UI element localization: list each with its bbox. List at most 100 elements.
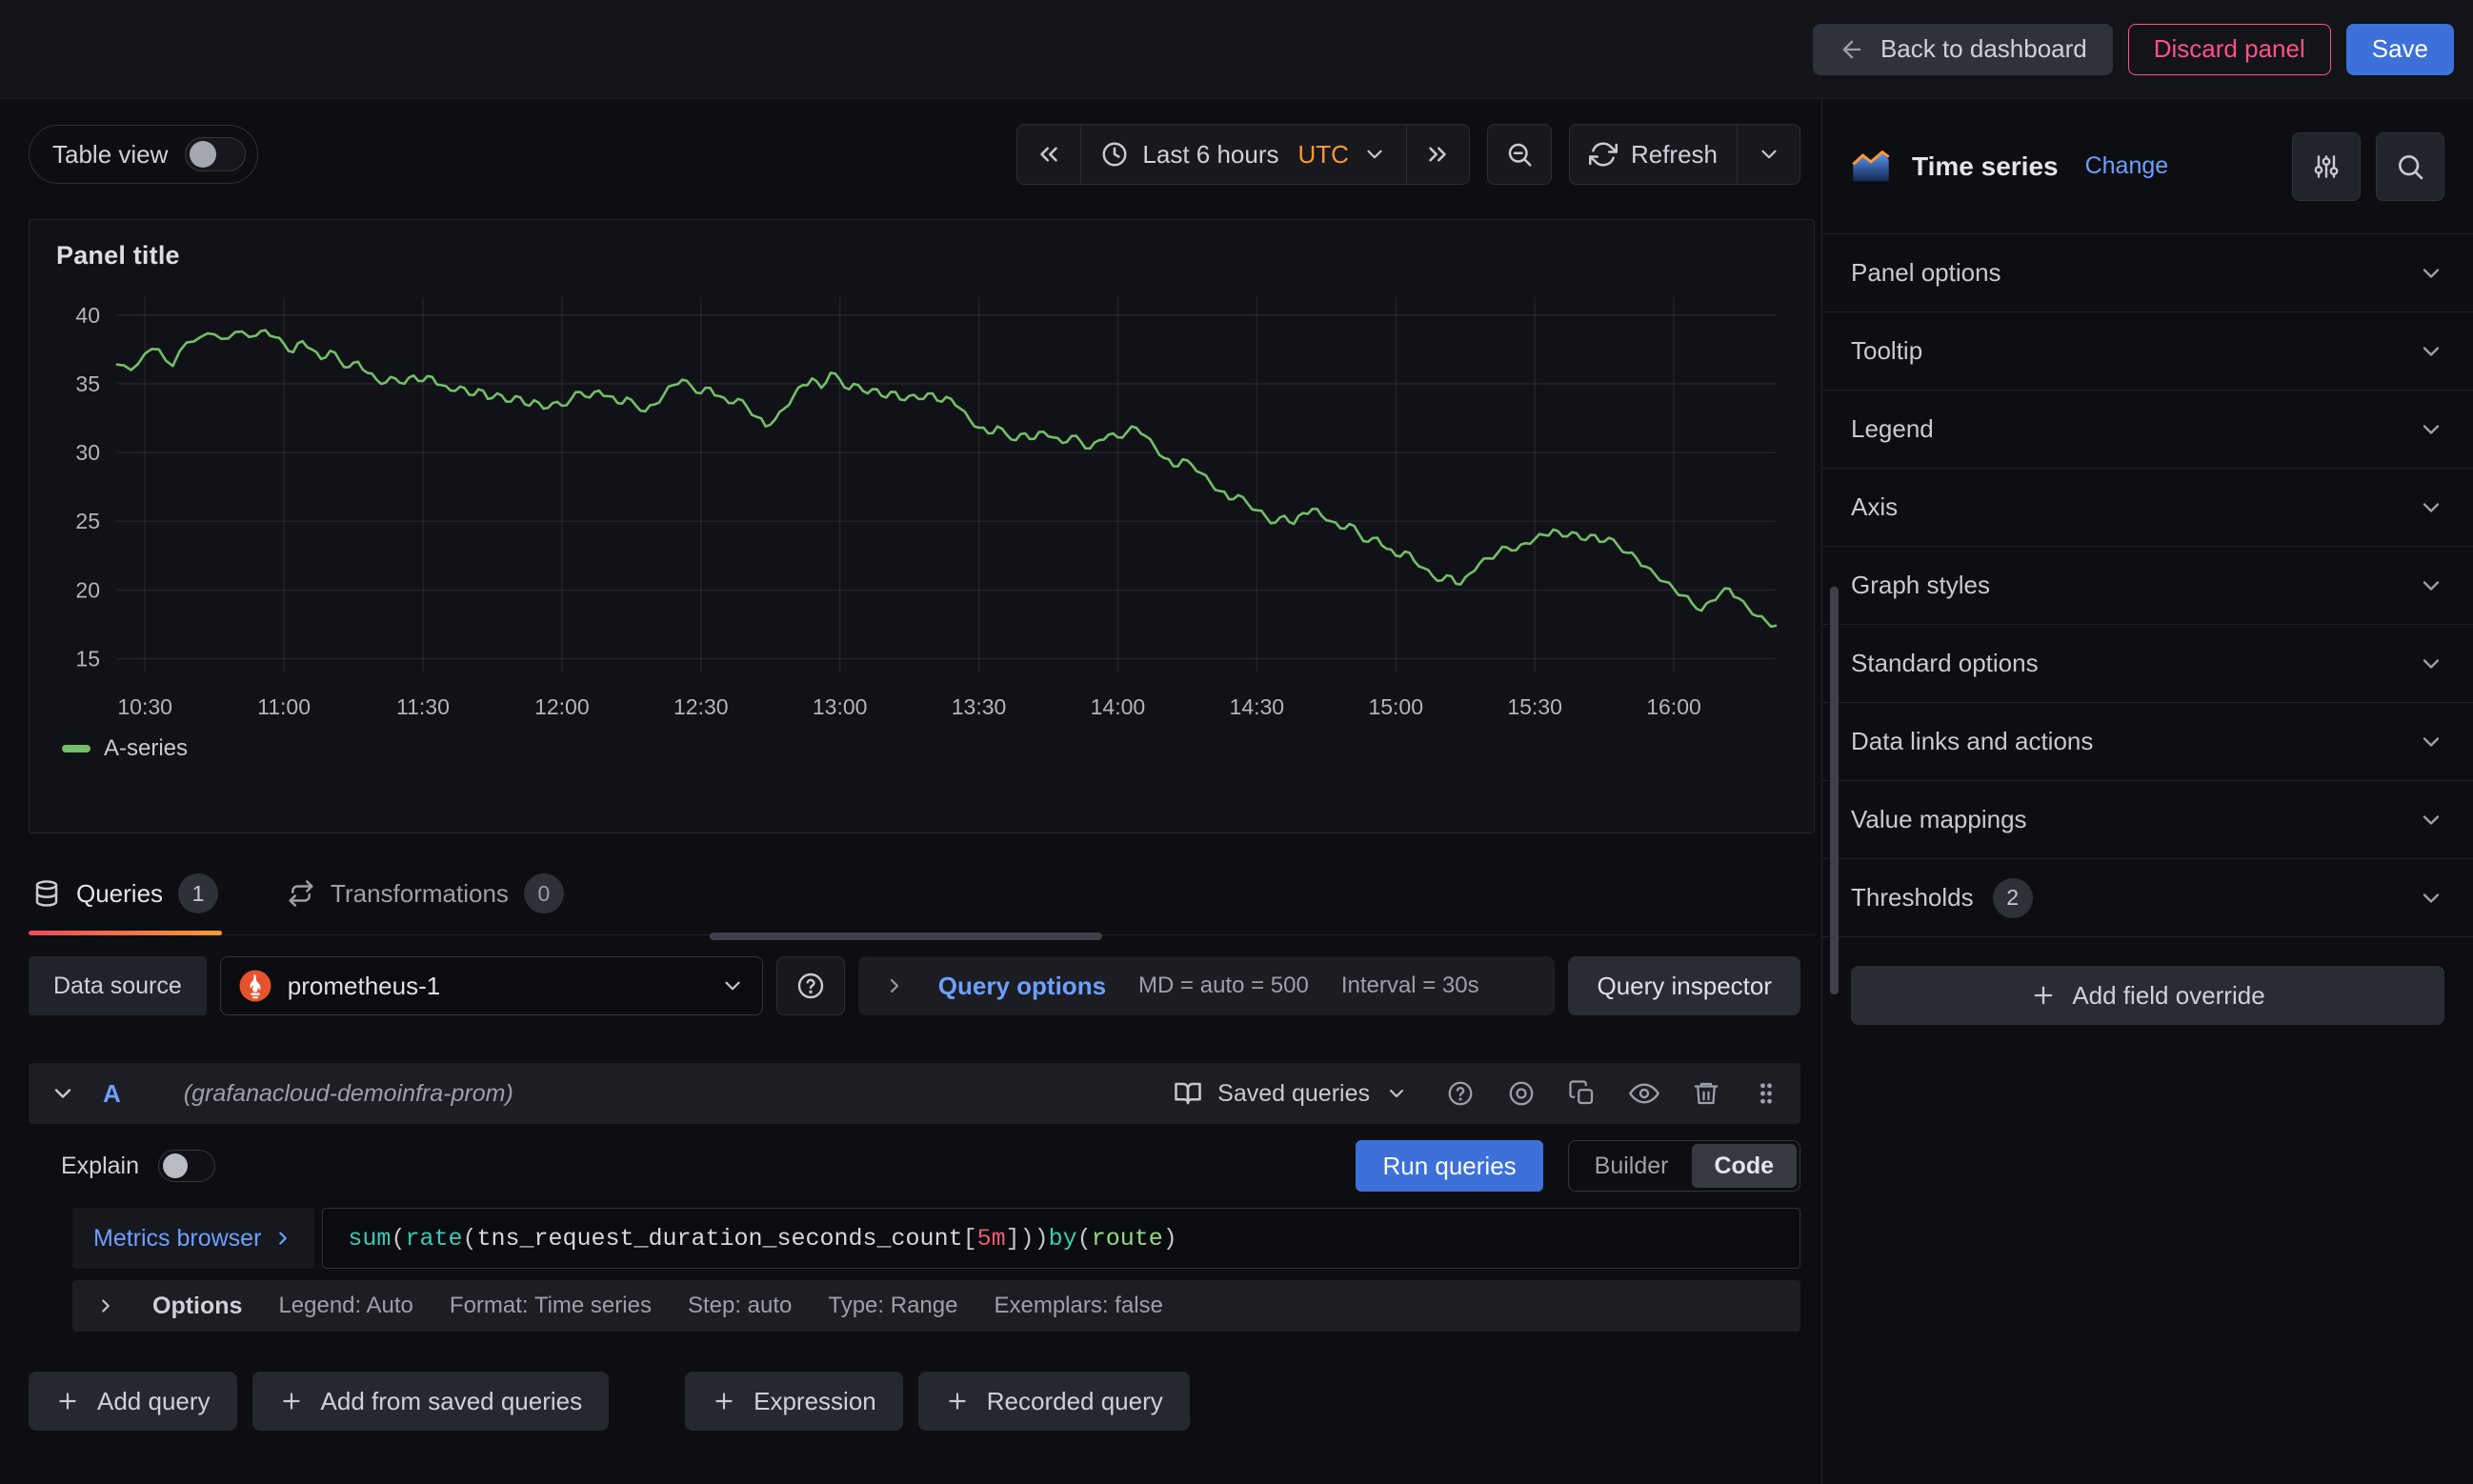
- record-circle-icon[interactable]: [1507, 1079, 1536, 1108]
- chevron-right-icon: [883, 974, 906, 997]
- section-panel-options[interactable]: Panel options: [1822, 234, 2473, 312]
- switch-knob: [163, 1153, 188, 1178]
- refresh-icon: [1589, 140, 1618, 169]
- tab-queries[interactable]: Queries 1: [29, 862, 222, 934]
- chart-area: 15202530354010:3011:0011:3012:0012:3013:…: [56, 284, 1787, 730]
- section-value-mappings[interactable]: Value mappings: [1822, 781, 2473, 859]
- chevron-down-icon: [2418, 572, 2444, 599]
- double-chevron-right-icon: [1423, 140, 1452, 169]
- add-from-saved-queries-button[interactable]: Add from saved queries: [252, 1372, 610, 1431]
- code-token: rate: [405, 1225, 462, 1253]
- saved-queries-dropdown[interactable]: Saved queries: [1174, 1079, 1408, 1108]
- section-legend[interactable]: Legend: [1822, 391, 2473, 469]
- x-axis-tick: 11:00: [257, 694, 311, 719]
- time-series-chart[interactable]: 15202530354010:3011:0011:3012:0012:3013:…: [56, 284, 1783, 730]
- chevron-down-icon: [2418, 494, 2444, 521]
- section-label: Legend: [1851, 414, 1934, 444]
- help-icon[interactable]: [1446, 1079, 1475, 1108]
- save-button[interactable]: Save: [2346, 24, 2454, 75]
- query-inspector-button[interactable]: Query inspector: [1568, 956, 1800, 1015]
- refresh-button[interactable]: Refresh: [1570, 125, 1737, 184]
- code-token: (: [462, 1225, 476, 1253]
- option-meta-step: Step: auto: [688, 1293, 792, 1319]
- plus-icon: [55, 1389, 80, 1414]
- y-axis-tick: 35: [75, 371, 100, 396]
- datasource-help-button[interactable]: [776, 956, 845, 1015]
- vertical-scrollbar[interactable]: [1830, 587, 1839, 994]
- plus-icon: [712, 1389, 736, 1414]
- expression-button[interactable]: Expression: [685, 1372, 903, 1431]
- code-token: tns_request_duration_seconds_count: [476, 1225, 962, 1253]
- datasource-picker[interactable]: prometheus-1: [220, 956, 763, 1015]
- max-data-points-value: MD = auto = 500: [1138, 973, 1309, 999]
- builder-mode-option[interactable]: Builder: [1572, 1144, 1692, 1188]
- table-view-switch[interactable]: [185, 137, 246, 171]
- x-axis-tick: 14:30: [1230, 694, 1285, 719]
- query-row-actions: [1446, 1078, 1779, 1109]
- panel-preview: Panel title 15202530354010:3011:0011:301…: [29, 219, 1815, 833]
- sidebar-header: Time series Change: [1822, 99, 2473, 234]
- transformations-count-badge: 0: [524, 873, 564, 913]
- section-label: Tooltip: [1851, 336, 1922, 366]
- add-field-override-button[interactable]: Add field override: [1851, 966, 2444, 1025]
- section-standard-options[interactable]: Standard options: [1822, 625, 2473, 703]
- query-options-summary-row[interactable]: Options Legend: AutoFormat: Time seriesS…: [72, 1280, 1800, 1332]
- horizontal-scrollbar[interactable]: [710, 933, 1102, 940]
- chevron-down-icon: [720, 973, 745, 998]
- eye-icon[interactable]: [1629, 1078, 1659, 1109]
- zoom-out-button[interactable]: [1488, 125, 1551, 184]
- transform-icon: [287, 879, 315, 908]
- main-column: Table view Last 6 hours UTC: [0, 99, 1821, 1484]
- recorded-query-button[interactable]: Recorded query: [918, 1372, 1190, 1431]
- refresh-interval-button[interactable]: [1737, 125, 1799, 184]
- section-axis[interactable]: Axis: [1822, 469, 2473, 547]
- x-axis-tick: 12:00: [534, 694, 590, 719]
- query-row-header[interactable]: A (grafanacloud-demoinfra-prom) Saved qu…: [29, 1063, 1800, 1124]
- section-graph-styles[interactable]: Graph styles: [1822, 547, 2473, 625]
- time-range-picker-button[interactable]: Last 6 hours UTC: [1080, 125, 1406, 184]
- section-data-links-and-actions[interactable]: Data links and actions: [1822, 703, 2473, 781]
- section-thresholds[interactable]: Thresholds2: [1822, 859, 2473, 937]
- add-query-button[interactable]: Add query: [29, 1372, 237, 1431]
- query-options-toggle[interactable]: Query options MD = auto = 500 Interval =…: [858, 956, 1556, 1015]
- metrics-browser-label: Metrics browser: [93, 1225, 261, 1253]
- time-range-group: Last 6 hours UTC: [1016, 124, 1470, 185]
- section-label: Axis: [1851, 492, 1898, 522]
- option-meta-legend: Legend: Auto: [278, 1293, 412, 1319]
- tab-transformations[interactable]: Transformations 0: [283, 862, 568, 934]
- options-label: Options: [152, 1293, 242, 1320]
- copy-icon[interactable]: [1568, 1079, 1597, 1108]
- chevron-down-icon: [2418, 338, 2444, 365]
- section-tooltip[interactable]: Tooltip: [1822, 312, 2473, 391]
- promql-code-input[interactable]: sum(rate(tns_request_duration_seconds_co…: [322, 1208, 1800, 1269]
- change-visualization-link[interactable]: Change: [2085, 152, 2169, 180]
- back-to-dashboard-button[interactable]: Back to dashboard: [1813, 24, 2113, 75]
- explain-toggle[interactable]: Explain: [61, 1150, 215, 1182]
- section-count-badge: 2: [1993, 878, 2033, 918]
- query-options-label: Query options: [938, 972, 1106, 1001]
- drag-handle-icon[interactable]: [1753, 1079, 1779, 1108]
- builder-code-switcher: Builder Code: [1568, 1140, 1800, 1192]
- visualization-picker[interactable]: Time series: [1851, 150, 2059, 183]
- options-filter-button[interactable]: [2292, 132, 2361, 201]
- discard-panel-button[interactable]: Discard panel: [2128, 24, 2331, 75]
- table-view-toggle[interactable]: Table view: [29, 125, 258, 184]
- chevron-down-icon[interactable]: [50, 1080, 76, 1107]
- chevron-down-icon: [1757, 142, 1781, 167]
- legend-item-a-series[interactable]: A-series: [62, 735, 1787, 762]
- clock-icon: [1100, 140, 1129, 169]
- x-axis-tick: 12:30: [674, 694, 729, 719]
- query-code-row: Metrics browser sum(rate(tns_request_dur…: [72, 1208, 1800, 1269]
- metrics-browser-button[interactable]: Metrics browser: [72, 1208, 314, 1269]
- trash-icon[interactable]: [1692, 1079, 1720, 1108]
- time-range-label: Last 6 hours: [1142, 140, 1278, 170]
- x-axis-tick: 15:30: [1507, 694, 1562, 719]
- code-mode-option[interactable]: Code: [1692, 1144, 1798, 1188]
- time-shift-forward-button[interactable]: [1406, 125, 1469, 184]
- time-shift-back-button[interactable]: [1017, 125, 1080, 184]
- run-queries-button[interactable]: Run queries: [1356, 1140, 1542, 1192]
- search-options-button[interactable]: [2376, 132, 2444, 201]
- refresh-label: Refresh: [1631, 140, 1718, 170]
- y-axis-tick: 25: [75, 509, 100, 533]
- explain-switch[interactable]: [158, 1150, 215, 1182]
